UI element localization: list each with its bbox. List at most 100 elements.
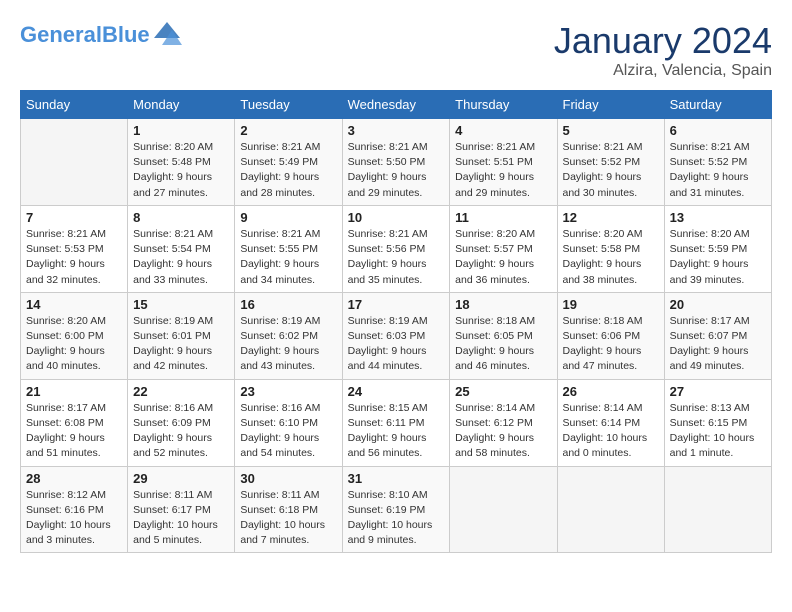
day-number: 23	[240, 384, 336, 399]
day-info: Sunrise: 8:21 AMSunset: 5:55 PMDaylight:…	[240, 227, 336, 288]
month-title: January 2024	[554, 20, 772, 62]
calendar-cell: 16 Sunrise: 8:19 AMSunset: 6:02 PMDayligh…	[235, 292, 342, 379]
day-number: 4	[455, 123, 551, 138]
day-of-week-monday: Monday	[128, 91, 235, 119]
logo-icon	[152, 20, 182, 50]
logo: GeneralBlue	[20, 20, 182, 50]
calendar-cell: 11 Sunrise: 8:20 AMSunset: 5:57 PMDayligh…	[450, 205, 557, 292]
day-info: Sunrise: 8:21 AMSunset: 5:50 PMDaylight:…	[348, 140, 445, 201]
calendar-cell: 29 Sunrise: 8:11 AMSunset: 6:17 PMDayligh…	[128, 466, 235, 553]
calendar-cell: 31Sunrise: 8:10 AMSunset: 6:19 PMDayligh…	[342, 466, 450, 553]
day-info: Sunrise: 8:21 AMSunset: 5:52 PMDaylight:…	[670, 140, 766, 201]
day-info: Sunrise: 8:20 AMSunset: 5:48 PMDaylight:…	[133, 140, 229, 201]
calendar-cell: 24Sunrise: 8:15 AMSunset: 6:11 PMDayligh…	[342, 379, 450, 466]
day-of-week-tuesday: Tuesday	[235, 91, 342, 119]
day-info: Sunrise: 8:20 AMSunset: 5:59 PMDaylight:…	[670, 227, 766, 288]
day-number: 19	[563, 297, 659, 312]
calendar-cell: 19 Sunrise: 8:18 AMSunset: 6:06 PMDayligh…	[557, 292, 664, 379]
calendar-cell: 26 Sunrise: 8:14 AMSunset: 6:14 PMDayligh…	[557, 379, 664, 466]
day-number: 26	[563, 384, 659, 399]
day-number: 10	[348, 210, 445, 225]
day-of-week-wednesday: Wednesday	[342, 91, 450, 119]
calendar-cell	[21, 119, 128, 206]
calendar-cell: 12 Sunrise: 8:20 AMSunset: 5:58 PMDayligh…	[557, 205, 664, 292]
day-info: Sunrise: 8:11 AMSunset: 6:18 PMDaylight:…	[240, 488, 336, 549]
day-number: 8	[133, 210, 229, 225]
day-info: Sunrise: 8:13 AMSunset: 6:15 PMDaylight:…	[670, 401, 766, 462]
day-info: Sunrise: 8:21 AMSunset: 5:54 PMDaylight:…	[133, 227, 229, 288]
title-section: January 2024 Alzira, Valencia, Spain	[554, 20, 772, 80]
day-number: 30	[240, 471, 336, 486]
day-number: 22	[133, 384, 229, 399]
calendar-cell: 28Sunrise: 8:12 AMSunset: 6:16 PMDayligh…	[21, 466, 128, 553]
day-number: 31	[348, 471, 445, 486]
day-info: Sunrise: 8:18 AMSunset: 6:05 PMDaylight:…	[455, 314, 551, 375]
days-of-week-row: SundayMondayTuesdayWednesdayThursdayFrid…	[21, 91, 772, 119]
day-number: 17	[348, 297, 445, 312]
day-number: 16	[240, 297, 336, 312]
day-info: Sunrise: 8:19 AMSunset: 6:02 PMDaylight:…	[240, 314, 336, 375]
day-number: 3	[348, 123, 445, 138]
week-row-2: 7Sunrise: 8:21 AMSunset: 5:53 PMDaylight…	[21, 205, 772, 292]
calendar-cell: 14Sunrise: 8:20 AMSunset: 6:00 PMDayligh…	[21, 292, 128, 379]
calendar-cell	[664, 466, 771, 553]
day-info: Sunrise: 8:16 AMSunset: 6:09 PMDaylight:…	[133, 401, 229, 462]
calendar-cell: 22 Sunrise: 8:16 AMSunset: 6:09 PMDayligh…	[128, 379, 235, 466]
day-info: Sunrise: 8:21 AMSunset: 5:52 PMDaylight:…	[563, 140, 659, 201]
week-row-3: 14Sunrise: 8:20 AMSunset: 6:00 PMDayligh…	[21, 292, 772, 379]
day-number: 25	[455, 384, 551, 399]
calendar-cell: 5Sunrise: 8:21 AMSunset: 5:52 PMDaylight…	[557, 119, 664, 206]
day-info: Sunrise: 8:21 AMSunset: 5:53 PMDaylight:…	[26, 227, 122, 288]
day-number: 29	[133, 471, 229, 486]
calendar-cell: 6Sunrise: 8:21 AMSunset: 5:52 PMDaylight…	[664, 119, 771, 206]
calendar-cell: 25 Sunrise: 8:14 AMSunset: 6:12 PMDayligh…	[450, 379, 557, 466]
calendar-body: 1 Sunrise: 8:20 AMSunset: 5:48 PMDaylight…	[21, 119, 772, 553]
calendar-cell	[450, 466, 557, 553]
day-info: Sunrise: 8:20 AMSunset: 6:00 PMDaylight:…	[26, 314, 122, 375]
day-of-week-thursday: Thursday	[450, 91, 557, 119]
day-info: Sunrise: 8:20 AMSunset: 5:58 PMDaylight:…	[563, 227, 659, 288]
day-number: 18	[455, 297, 551, 312]
day-info: Sunrise: 8:19 AMSunset: 6:01 PMDaylight:…	[133, 314, 229, 375]
day-info: Sunrise: 8:14 AMSunset: 6:12 PMDaylight:…	[455, 401, 551, 462]
day-info: Sunrise: 8:16 AMSunset: 6:10 PMDaylight:…	[240, 401, 336, 462]
calendar-cell: 15Sunrise: 8:19 AMSunset: 6:01 PMDayligh…	[128, 292, 235, 379]
calendar-cell: 23 Sunrise: 8:16 AMSunset: 6:10 PMDayligh…	[235, 379, 342, 466]
calendar-cell: 3 Sunrise: 8:21 AMSunset: 5:50 PMDaylight…	[342, 119, 450, 206]
day-number: 1	[133, 123, 229, 138]
day-info: Sunrise: 8:17 AMSunset: 6:08 PMDaylight:…	[26, 401, 122, 462]
day-info: Sunrise: 8:14 AMSunset: 6:14 PMDaylight:…	[563, 401, 659, 462]
calendar-cell: 10 Sunrise: 8:21 AMSunset: 5:56 PMDayligh…	[342, 205, 450, 292]
calendar-cell: 21 Sunrise: 8:17 AMSunset: 6:08 PMDayligh…	[21, 379, 128, 466]
week-row-1: 1 Sunrise: 8:20 AMSunset: 5:48 PMDaylight…	[21, 119, 772, 206]
week-row-4: 21 Sunrise: 8:17 AMSunset: 6:08 PMDayligh…	[21, 379, 772, 466]
day-of-week-saturday: Saturday	[664, 91, 771, 119]
day-info: Sunrise: 8:18 AMSunset: 6:06 PMDaylight:…	[563, 314, 659, 375]
day-info: Sunrise: 8:21 AMSunset: 5:51 PMDaylight:…	[455, 140, 551, 201]
day-number: 2	[240, 123, 336, 138]
calendar-cell: 8 Sunrise: 8:21 AMSunset: 5:54 PMDaylight…	[128, 205, 235, 292]
day-of-week-sunday: Sunday	[21, 91, 128, 119]
calendar-cell	[557, 466, 664, 553]
day-number: 20	[670, 297, 766, 312]
day-info: Sunrise: 8:20 AMSunset: 5:57 PMDaylight:…	[455, 227, 551, 288]
page-header: GeneralBlue January 2024 Alzira, Valenci…	[20, 20, 772, 80]
location-subtitle: Alzira, Valencia, Spain	[554, 62, 772, 80]
calendar-cell: 27 Sunrise: 8:13 AMSunset: 6:15 PMDayligh…	[664, 379, 771, 466]
logo-text: GeneralBlue	[20, 24, 150, 46]
day-number: 27	[670, 384, 766, 399]
calendar-cell: 30 Sunrise: 8:11 AMSunset: 6:18 PMDayligh…	[235, 466, 342, 553]
calendar-table: SundayMondayTuesdayWednesdayThursdayFrid…	[20, 90, 772, 553]
day-number: 21	[26, 384, 122, 399]
day-of-week-friday: Friday	[557, 91, 664, 119]
day-number: 12	[563, 210, 659, 225]
day-info: Sunrise: 8:17 AMSunset: 6:07 PMDaylight:…	[670, 314, 766, 375]
day-info: Sunrise: 8:21 AMSunset: 5:56 PMDaylight:…	[348, 227, 445, 288]
day-info: Sunrise: 8:11 AMSunset: 6:17 PMDaylight:…	[133, 488, 229, 549]
week-row-5: 28Sunrise: 8:12 AMSunset: 6:16 PMDayligh…	[21, 466, 772, 553]
day-number: 28	[26, 471, 122, 486]
day-number: 11	[455, 210, 551, 225]
calendar-cell: 1 Sunrise: 8:20 AMSunset: 5:48 PMDaylight…	[128, 119, 235, 206]
day-info: Sunrise: 8:19 AMSunset: 6:03 PMDaylight:…	[348, 314, 445, 375]
calendar-cell: 2Sunrise: 8:21 AMSunset: 5:49 PMDaylight…	[235, 119, 342, 206]
